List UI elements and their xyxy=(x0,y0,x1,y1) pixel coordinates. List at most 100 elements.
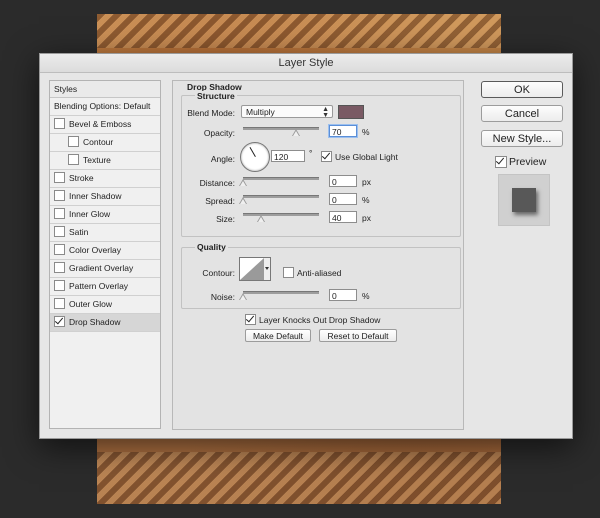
ok-button[interactable]: OK xyxy=(481,81,563,98)
style-item-label: Outer Glow xyxy=(69,299,112,309)
distance-unit: px xyxy=(362,177,371,187)
style-item-label: Gradient Overlay xyxy=(69,263,134,273)
style-item-label: Inner Shadow xyxy=(69,191,122,201)
size-input[interactable]: 40 xyxy=(329,211,357,223)
contour-dropdown-arrow[interactable] xyxy=(264,257,271,281)
angle-unit: ° xyxy=(309,148,313,158)
spread-label: Spread: xyxy=(205,196,235,206)
style-item-label: Inner Glow xyxy=(69,209,111,219)
opacity-slider-thumb[interactable] xyxy=(292,129,300,136)
use-global-light-label: Use Global Light xyxy=(335,152,398,162)
opacity-label: Opacity: xyxy=(203,128,235,138)
style-item-checkbox[interactable] xyxy=(68,136,79,147)
contour-preview-icon xyxy=(240,258,264,280)
style-item-checkbox[interactable] xyxy=(54,172,65,183)
style-item-color-overlay[interactable]: Color Overlay xyxy=(50,242,160,260)
contour-picker[interactable] xyxy=(239,257,265,281)
knocks-out-label: Layer Knocks Out Drop Shadow xyxy=(259,315,381,325)
opacity-input[interactable]: 70 xyxy=(329,125,357,137)
select-arrows-icon: ▲ ▼ xyxy=(322,106,329,119)
style-item-label: Stroke xyxy=(69,173,94,183)
noise-input[interactable]: 0 xyxy=(329,289,357,301)
size-unit: px xyxy=(362,213,371,223)
style-item-label: Color Overlay xyxy=(69,245,121,255)
style-item-inner-glow[interactable]: Inner Glow xyxy=(50,206,160,224)
angle-dial-hand xyxy=(249,146,256,157)
style-item-satin[interactable]: Satin xyxy=(50,224,160,242)
style-item-label: Texture xyxy=(83,155,111,165)
distance-input[interactable]: 0 xyxy=(329,175,357,187)
spread-slider-track[interactable] xyxy=(243,195,319,198)
opacity-slider-track[interactable] xyxy=(243,127,319,130)
style-item-checkbox[interactable] xyxy=(54,226,65,237)
blending-options-item[interactable]: Blending Options: Default xyxy=(50,98,160,116)
angle-dial[interactable] xyxy=(240,142,270,172)
style-item-label: Bevel & Emboss xyxy=(69,119,132,129)
styles-header[interactable]: Styles xyxy=(50,81,160,98)
drop-shadow-panel: Drop Shadow Structure Blend Mode: Multip… xyxy=(172,80,464,430)
knocks-out-checkbox[interactable] xyxy=(245,314,256,325)
anti-aliased-label: Anti-aliased xyxy=(297,268,342,278)
noise-unit: % xyxy=(362,291,370,301)
artwork-top-border xyxy=(97,14,501,48)
style-item-bevel-emboss[interactable]: Bevel & Emboss xyxy=(50,116,160,134)
dialog-title: Layer Style xyxy=(40,54,572,73)
style-item-label: Drop Shadow xyxy=(69,317,121,327)
style-item-checkbox[interactable] xyxy=(54,316,65,327)
size-label: Size: xyxy=(216,214,235,224)
reset-to-default-button[interactable]: Reset to Default xyxy=(319,329,397,342)
style-item-label: Pattern Overlay xyxy=(69,281,129,291)
new-style-button[interactable]: New Style... xyxy=(481,130,563,147)
noise-slider-thumb[interactable] xyxy=(239,293,247,300)
style-item-gradient-overlay[interactable]: Gradient Overlay xyxy=(50,260,160,278)
angle-label: Angle: xyxy=(210,154,235,164)
distance-label: Distance: xyxy=(199,178,235,188)
style-item-contour[interactable]: Contour xyxy=(50,134,160,152)
style-item-inner-shadow[interactable]: Inner Shadow xyxy=(50,188,160,206)
angle-input[interactable]: 120 xyxy=(271,150,305,162)
structure-title: Structure xyxy=(195,91,237,101)
style-item-checkbox[interactable] xyxy=(54,244,65,255)
style-item-stroke[interactable]: Stroke xyxy=(50,170,160,188)
noise-slider-track[interactable] xyxy=(243,291,319,294)
styles-list: Styles Blending Options: Default Bevel &… xyxy=(49,80,161,429)
style-item-label: Satin xyxy=(69,227,89,237)
cancel-button[interactable]: Cancel xyxy=(481,105,563,122)
shadow-color-swatch[interactable] xyxy=(338,105,364,119)
style-item-checkbox[interactable] xyxy=(54,298,65,309)
style-item-checkbox[interactable] xyxy=(54,262,65,273)
blend-mode-value: Multiply xyxy=(246,107,275,117)
distance-slider-track[interactable] xyxy=(243,177,319,180)
style-item-checkbox[interactable] xyxy=(54,118,65,129)
noise-label: Noise: xyxy=(210,292,235,302)
size-slider-track[interactable] xyxy=(243,213,319,216)
style-item-drop-shadow[interactable]: Drop Shadow xyxy=(50,314,160,332)
style-item-label: Contour xyxy=(83,137,114,147)
spread-slider-thumb[interactable] xyxy=(239,197,247,204)
style-item-checkbox[interactable] xyxy=(54,280,65,291)
style-item-checkbox[interactable] xyxy=(54,208,65,219)
size-slider-thumb[interactable] xyxy=(257,215,265,222)
preview-label: Preview xyxy=(509,156,547,168)
style-preview-swatch xyxy=(512,188,536,212)
style-preview xyxy=(498,174,550,226)
artwork-bottom-border xyxy=(97,452,501,504)
style-item-outer-glow[interactable]: Outer Glow xyxy=(50,296,160,314)
opacity-unit: % xyxy=(362,127,370,137)
quality-title: Quality xyxy=(195,242,228,252)
anti-aliased-checkbox[interactable] xyxy=(283,267,294,278)
style-item-texture[interactable]: Texture xyxy=(50,152,160,170)
style-item-checkbox[interactable] xyxy=(68,154,79,165)
blend-mode-label: Blend Mode: xyxy=(187,108,235,118)
style-item-checkbox[interactable] xyxy=(54,190,65,201)
blend-mode-select[interactable]: Multiply ▲ ▼ xyxy=(241,105,333,119)
spread-unit: % xyxy=(362,195,370,205)
style-item-pattern-overlay[interactable]: Pattern Overlay xyxy=(50,278,160,296)
layer-style-dialog: Layer Style Styles Blending Options: Def… xyxy=(39,53,573,439)
spread-input[interactable]: 0 xyxy=(329,193,357,205)
distance-slider-thumb[interactable] xyxy=(239,179,247,186)
use-global-light-checkbox[interactable] xyxy=(321,151,332,162)
contour-label: Contour: xyxy=(202,268,235,278)
preview-checkbox[interactable] xyxy=(495,156,507,168)
make-default-button[interactable]: Make Default xyxy=(245,329,311,342)
